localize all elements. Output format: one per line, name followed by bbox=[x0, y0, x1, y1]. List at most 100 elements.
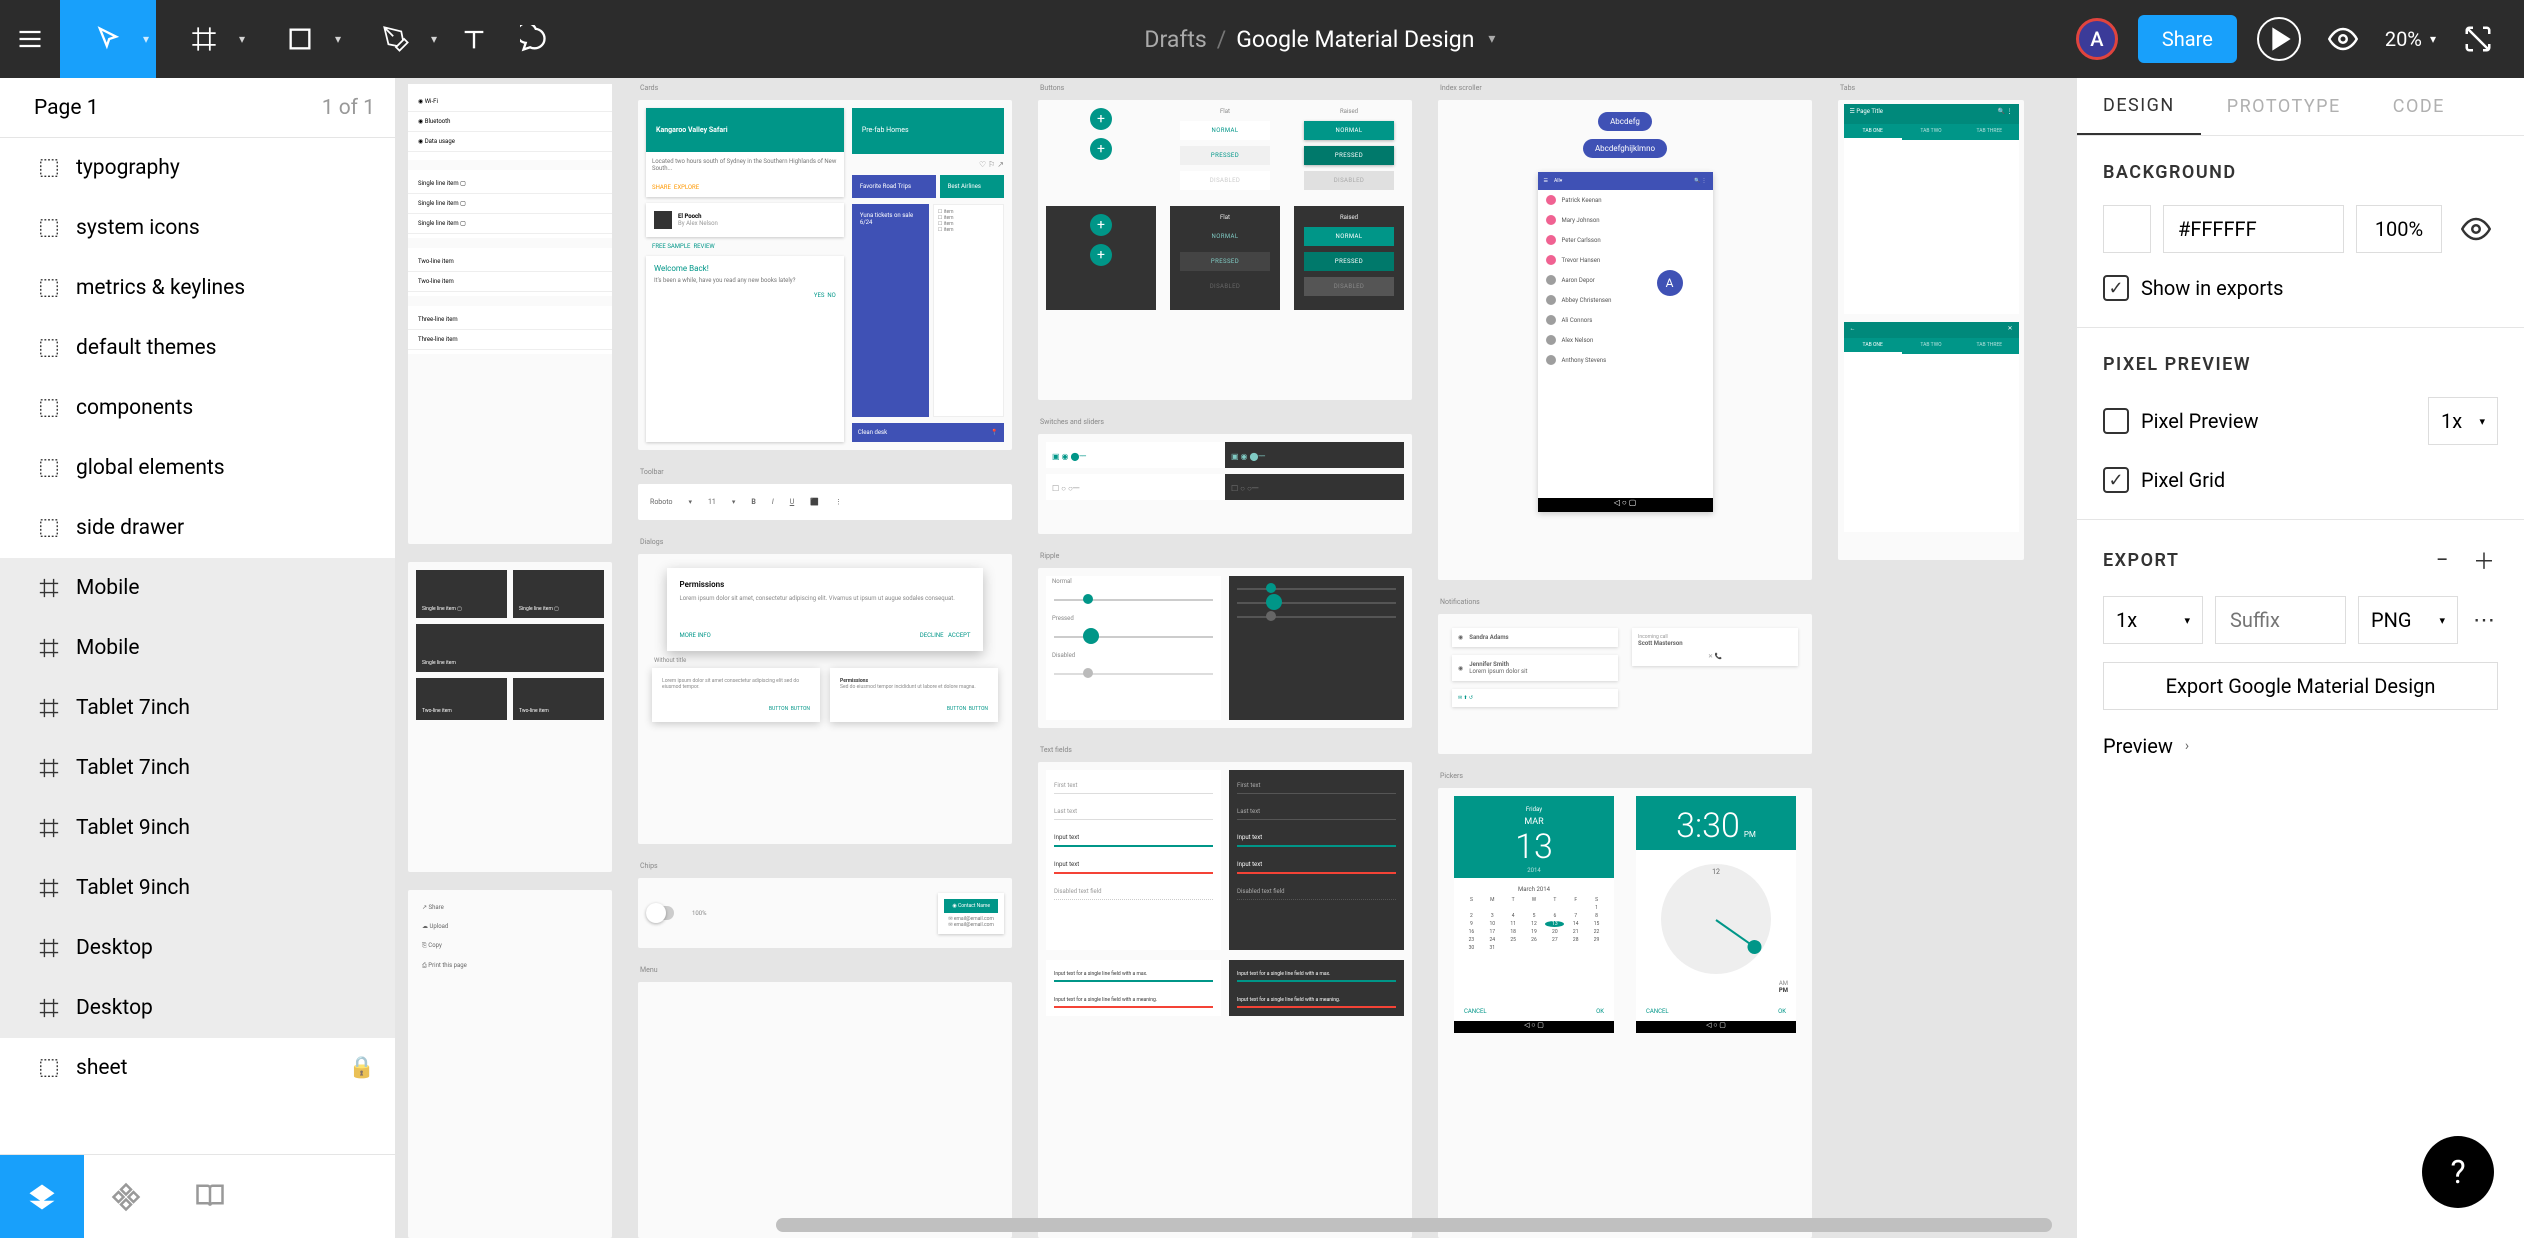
layer-name: default themes bbox=[76, 336, 216, 360]
comment-icon bbox=[520, 25, 548, 53]
frame-tool[interactable]: ▾ bbox=[156, 0, 252, 78]
frame-icon bbox=[36, 755, 62, 781]
tab-prototype[interactable]: PROTOTYPE bbox=[2201, 78, 2367, 135]
chevron-down-icon[interactable]: ▾ bbox=[1488, 31, 1495, 47]
fit-view-button[interactable] bbox=[2456, 17, 2500, 61]
pixel-grid-label: Pixel Grid bbox=[2141, 468, 2225, 492]
eye-icon bbox=[2328, 24, 2358, 54]
comment-tool[interactable] bbox=[504, 0, 564, 78]
layer-item[interactable]: Mobile bbox=[0, 558, 395, 618]
layer-item[interactable]: metrics & keylines bbox=[0, 258, 395, 318]
layer-item[interactable]: Desktop bbox=[0, 918, 395, 978]
view-settings-button[interactable] bbox=[2321, 17, 2365, 61]
eye-icon bbox=[2461, 214, 2491, 244]
right-panel: DESIGN PROTOTYPE CODE BACKGROUND Show in… bbox=[2076, 78, 2524, 1238]
document-name[interactable]: Google Material Design bbox=[1236, 26, 1474, 53]
component-icon bbox=[36, 275, 62, 301]
pixel-grid-checkbox[interactable] bbox=[2103, 467, 2129, 493]
layer-item[interactable]: default themes bbox=[0, 318, 395, 378]
pixel-preview-zoom-select[interactable]: 1x▾ bbox=[2428, 397, 2498, 445]
layer-name: Desktop bbox=[76, 936, 153, 960]
tab-design[interactable]: DESIGN bbox=[2077, 78, 2201, 135]
cursor-icon bbox=[94, 25, 122, 53]
layer-name: Tablet 7inch bbox=[76, 756, 190, 780]
horizontal-scrollbar[interactable] bbox=[776, 1218, 2052, 1232]
export-format-select[interactable]: PNG▾ bbox=[2358, 596, 2458, 644]
pages-header[interactable]: Page 1 1 of 1 bbox=[0, 78, 395, 138]
chevron-down-icon: ▾ bbox=[2184, 614, 2190, 627]
export-button[interactable]: Export Google Material Design bbox=[2103, 662, 2498, 710]
layer-name: metrics & keylines bbox=[76, 276, 245, 300]
layer-item[interactable]: Tablet 9inch bbox=[0, 798, 395, 858]
breadcrumb-root[interactable]: Drafts bbox=[1144, 26, 1206, 53]
export-preview-label[interactable]: Preview bbox=[2103, 734, 2173, 758]
menu-button[interactable] bbox=[0, 0, 60, 78]
text-icon bbox=[460, 25, 488, 53]
main-area: Page 1 1 of 1 typography system icons metr… bbox=[0, 78, 2524, 1238]
expand-icon bbox=[2463, 24, 2493, 54]
library-tab[interactable] bbox=[168, 1155, 252, 1238]
page-count: 1 of 1 bbox=[322, 96, 375, 120]
breadcrumb-separator: / bbox=[1217, 26, 1227, 53]
help-button[interactable]: ? bbox=[2422, 1136, 2494, 1208]
component-icon bbox=[36, 155, 62, 181]
background-color-input[interactable] bbox=[2163, 205, 2344, 253]
export-remove-button[interactable]: − bbox=[2428, 546, 2456, 574]
assets-tab[interactable] bbox=[84, 1155, 168, 1238]
share-button[interactable]: Share bbox=[2138, 15, 2237, 63]
layer-name: Mobile bbox=[76, 636, 139, 660]
layer-name: Tablet 7inch bbox=[76, 696, 190, 720]
export-options-button[interactable]: ⋯ bbox=[2470, 606, 2498, 634]
layer-item[interactable]: components bbox=[0, 378, 395, 438]
breadcrumb[interactable]: Drafts / Google Material Design ▾ bbox=[564, 26, 2076, 53]
right-tabs: DESIGN PROTOTYPE CODE bbox=[2077, 78, 2524, 136]
component-icon bbox=[36, 515, 62, 541]
layer-item[interactable]: Tablet 7inch bbox=[0, 678, 395, 738]
text-tool[interactable] bbox=[444, 0, 504, 78]
background-color-chip[interactable] bbox=[2103, 205, 2151, 253]
date-picker: Friday MAR 13 2014 March 2014 SMTWTFS 1 bbox=[1454, 796, 1614, 1033]
layer-item[interactable]: Tablet 9inch bbox=[0, 858, 395, 918]
pixel-preview-label: Pixel Preview bbox=[2141, 409, 2259, 433]
layer-name: side drawer bbox=[76, 516, 184, 540]
layer-item[interactable]: Tablet 7inch bbox=[0, 738, 395, 798]
avatar[interactable]: A bbox=[2076, 18, 2118, 60]
pixel-preview-checkbox[interactable] bbox=[2103, 408, 2129, 434]
tab-code[interactable]: CODE bbox=[2367, 78, 2471, 135]
toolbar-right: A Share 20% ▾ bbox=[2076, 0, 2524, 78]
layer-item[interactable]: sheet🔒 bbox=[0, 1038, 395, 1098]
pen-tool[interactable]: ▾ bbox=[348, 0, 444, 78]
layer-item[interactable]: Mobile bbox=[0, 618, 395, 678]
canvas[interactable]: ◉ Wi-Fi ◉ Bluetooth ◉ Data usage Single … bbox=[396, 78, 2076, 1238]
layer-item[interactable]: Desktop bbox=[0, 978, 395, 1038]
shape-tool[interactable]: ▾ bbox=[252, 0, 348, 78]
time-picker: 3:30PM 12 AMPM CANCELOK ◁ ○ ▢ bbox=[1636, 796, 1796, 1033]
background-opacity-input[interactable] bbox=[2356, 205, 2442, 253]
layers-tab[interactable] bbox=[0, 1155, 84, 1238]
layer-item[interactable]: side drawer bbox=[0, 498, 395, 558]
lock-icon: 🔒 bbox=[349, 1056, 375, 1080]
zoom-control[interactable]: 20% ▾ bbox=[2385, 27, 2436, 51]
layer-item[interactable]: global elements bbox=[0, 438, 395, 498]
component-icon bbox=[36, 1055, 62, 1081]
layer-name: system icons bbox=[76, 216, 200, 240]
chevron-down-icon: ▾ bbox=[239, 32, 245, 46]
artboard-col-cards: Cards Kangaroo Valley Safari Located two… bbox=[638, 84, 1012, 1238]
frame-icon bbox=[190, 25, 218, 53]
hamburger-icon bbox=[16, 25, 44, 53]
present-button[interactable] bbox=[2257, 17, 2301, 61]
artboard-col-index: Index scroller Abcdefg Abcdefghijklmno ☰… bbox=[1438, 84, 1812, 1238]
layer-item[interactable]: typography bbox=[0, 138, 395, 198]
frame-icon bbox=[36, 875, 62, 901]
export-suffix-input[interactable] bbox=[2215, 596, 2346, 644]
export-scale-select[interactable]: 1x▾ bbox=[2103, 596, 2203, 644]
artboard-col-buttons: Buttons + + Flat NORMAL PRESSED DISABLED bbox=[1038, 84, 1412, 1238]
background-visibility-toggle[interactable] bbox=[2454, 207, 2498, 251]
layers-list[interactable]: typography system icons metrics & keylines… bbox=[0, 138, 395, 1154]
artboard-lists: ◉ Wi-Fi ◉ Bluetooth ◉ Data usage Single … bbox=[408, 84, 612, 1238]
layer-item[interactable]: system icons bbox=[0, 198, 395, 258]
layer-name: Desktop bbox=[76, 996, 153, 1020]
export-add-button[interactable]: ＋ bbox=[2470, 546, 2498, 574]
show-in-exports-checkbox[interactable] bbox=[2103, 275, 2129, 301]
move-tool[interactable]: ▾ bbox=[60, 0, 156, 78]
